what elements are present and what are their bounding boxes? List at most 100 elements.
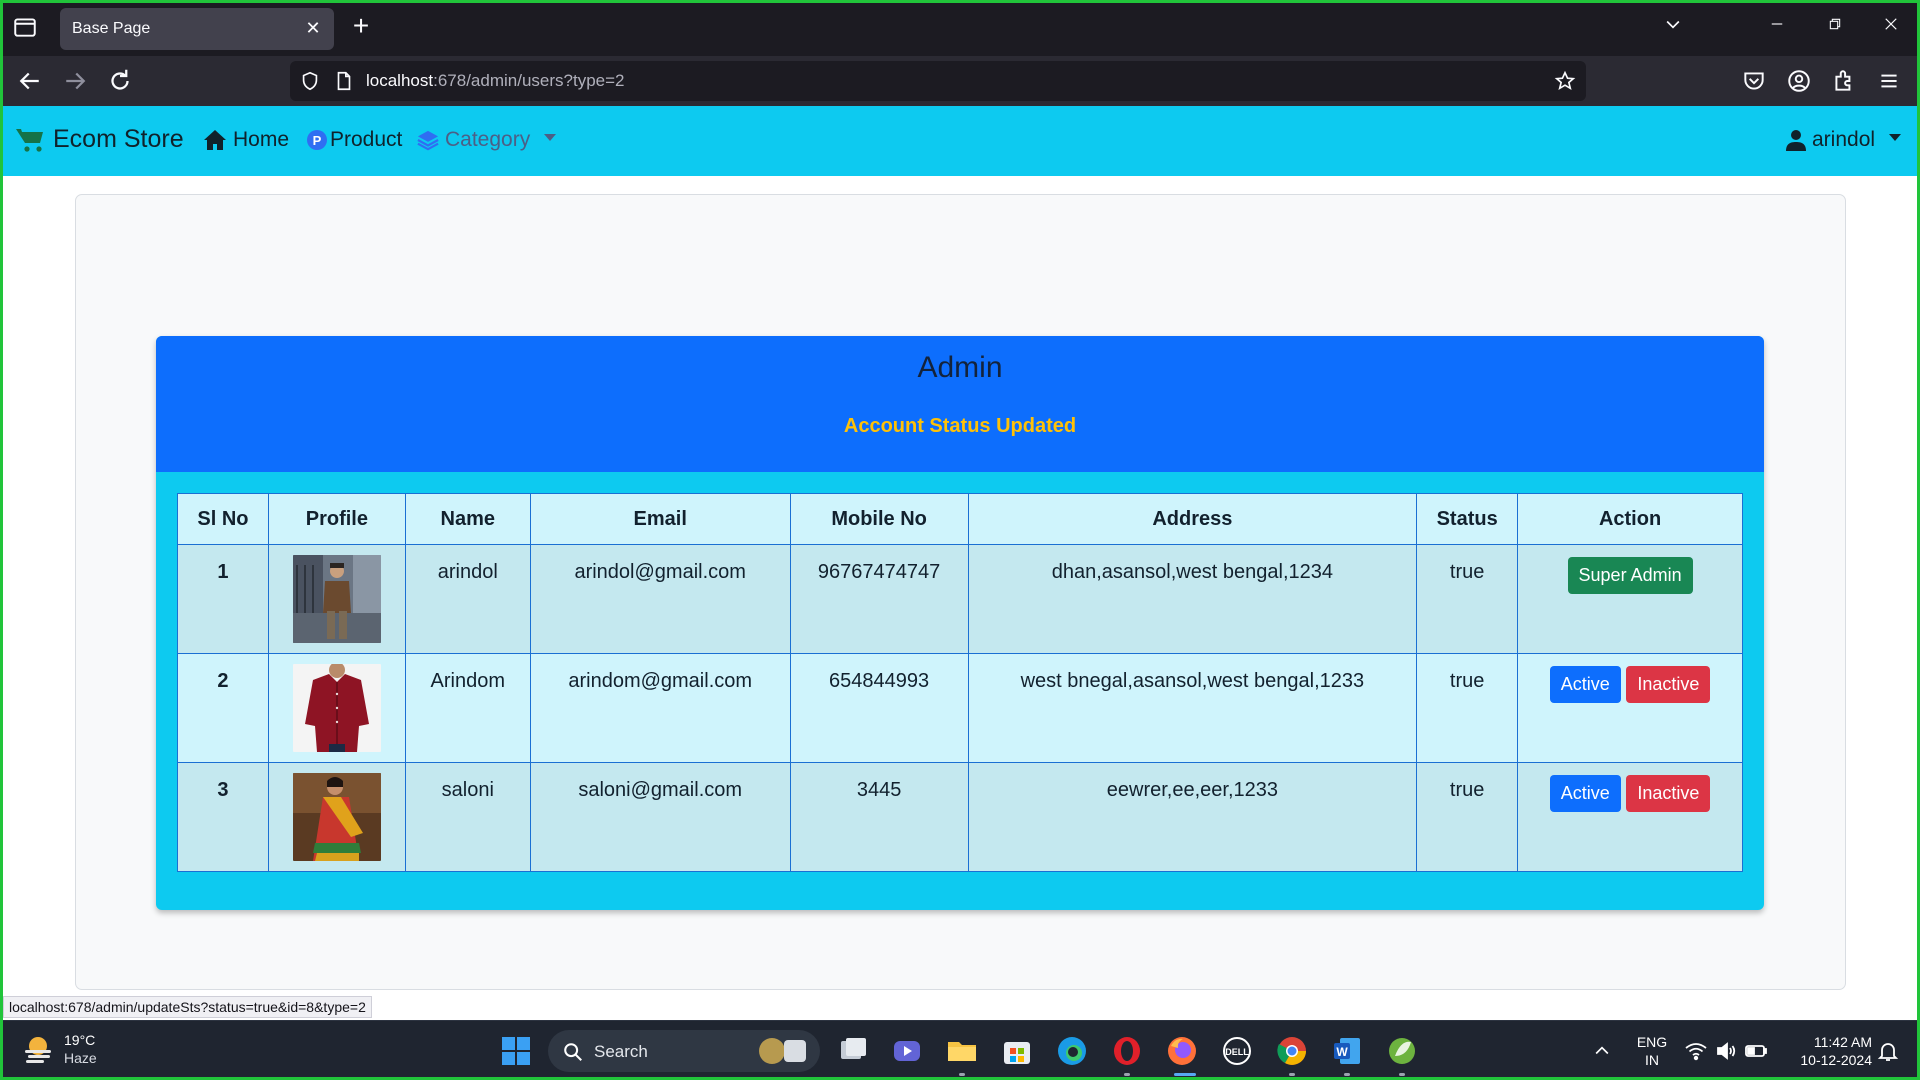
address-bar[interactable]: localhost:678/admin/users?type=2 xyxy=(290,61,1586,101)
page-info-icon[interactable] xyxy=(333,70,355,92)
svg-text:DELL: DELL xyxy=(1225,1047,1249,1057)
pocket-icon[interactable] xyxy=(1741,66,1771,96)
cell-email: arindol@gmail.com xyxy=(529,544,791,654)
svg-text:P: P xyxy=(313,133,322,148)
firefox-icon[interactable] xyxy=(1165,1034,1199,1068)
language-indicator[interactable]: ENG IN xyxy=(1630,1033,1674,1069)
taskbar-search[interactable]: Search xyxy=(548,1030,820,1072)
nav-category-dropdown[interactable]: Category xyxy=(417,128,557,152)
account-icon[interactable] xyxy=(1786,66,1816,96)
taskbar-search-label: Search xyxy=(594,1042,648,1061)
nav-home[interactable]: Home xyxy=(203,128,289,152)
cell-address: eewrer,ee,eer,1233 xyxy=(967,762,1418,872)
page-title: Admin xyxy=(917,351,1003,384)
reload-icon[interactable] xyxy=(105,66,135,96)
browser-tab[interactable]: Base Page ✕ xyxy=(60,8,334,50)
nav-category-label: Category xyxy=(445,128,531,151)
clock-time: 11:42 AM xyxy=(1813,1034,1872,1050)
bookmark-star-icon[interactable] xyxy=(1554,70,1576,92)
active-button[interactable]: Active xyxy=(1549,666,1621,703)
nav-home-label: Home xyxy=(233,128,290,151)
chevron-up-icon[interactable] xyxy=(1592,1041,1612,1061)
brand-label: Ecom Store xyxy=(53,125,184,153)
windows-start-icon[interactable] xyxy=(499,1034,533,1068)
running-indicator xyxy=(1289,1073,1295,1076)
haze-sun-icon xyxy=(25,1037,51,1063)
chrome-icon[interactable] xyxy=(1275,1034,1309,1068)
active-button[interactable]: Active xyxy=(1549,775,1621,812)
new-tab-icon[interactable]: + xyxy=(348,12,374,40)
running-indicator xyxy=(959,1073,965,1076)
cell-address: dhan,asansol,west bengal,1234 xyxy=(967,544,1418,654)
dell-icon[interactable]: DELL xyxy=(1220,1034,1254,1068)
nav-product[interactable]: P Product xyxy=(306,128,402,152)
browser-tab-bar: Base Page ✕ + xyxy=(0,0,1920,56)
column-header-name: Name xyxy=(404,493,531,545)
weather-temperature: 19°C xyxy=(64,1032,96,1048)
status-message: Account Status Updated xyxy=(843,415,1077,437)
word-icon[interactable]: W xyxy=(1330,1034,1364,1068)
profile-image-red-shirt xyxy=(292,664,381,752)
extensions-icon[interactable] xyxy=(1831,66,1861,96)
minimize-icon[interactable] xyxy=(1762,14,1792,42)
chevron-down-icon xyxy=(544,133,557,141)
wifi-icon[interactable] xyxy=(1684,1039,1708,1063)
inactive-button[interactable]: Inactive xyxy=(1626,666,1711,703)
cell-name: arindol xyxy=(404,544,531,654)
column-header-mobile: Mobile No xyxy=(789,493,969,545)
cell-name: Arindom xyxy=(404,653,531,763)
cell-sl-no: 3 xyxy=(177,762,269,872)
spring-tools-icon[interactable] xyxy=(1385,1034,1419,1068)
back-arrow-icon[interactable] xyxy=(15,66,45,96)
super-admin-button[interactable]: Super Admin xyxy=(1567,557,1693,594)
cell-status: true xyxy=(1416,653,1519,763)
table-row: 1 arindol arindol@gmail.com 96767474747 … xyxy=(177,544,1743,654)
column-header-profile: Profile xyxy=(267,493,406,545)
weather-widget[interactable]: 19°C Haze xyxy=(22,1031,97,1067)
forward-arrow-icon[interactable] xyxy=(60,66,90,96)
tab-list-icon[interactable] xyxy=(12,14,38,40)
notification-bell-icon[interactable] xyxy=(1876,1039,1900,1063)
volume-icon[interactable] xyxy=(1714,1039,1738,1063)
tab-title: Base Page xyxy=(72,20,151,37)
edge-icon[interactable] xyxy=(1055,1034,1089,1068)
weather-description: Haze xyxy=(64,1050,97,1066)
user-dropdown[interactable]: arindol xyxy=(1786,128,1902,152)
column-header-email: Email xyxy=(529,493,791,545)
column-header-status: Status xyxy=(1416,493,1519,545)
home-icon xyxy=(204,130,226,150)
nav-product-label: Product xyxy=(330,128,403,151)
meet-icon[interactable] xyxy=(890,1034,924,1068)
link-status-bar: localhost:678/admin/updateSts?status=tru… xyxy=(3,996,372,1018)
battery-icon[interactable] xyxy=(1744,1039,1768,1063)
inactive-button[interactable]: Inactive xyxy=(1626,775,1711,812)
cell-mobile: 96767474747 xyxy=(789,544,969,654)
microsoft-store-icon[interactable] xyxy=(1000,1034,1034,1068)
menu-icon[interactable] xyxy=(1876,66,1906,96)
brand-link[interactable]: Ecom Store xyxy=(15,125,184,154)
file-explorer-icon[interactable] xyxy=(945,1034,979,1068)
cell-address: west bnegal,asansol,west bengal,1233 xyxy=(967,653,1418,763)
taskbar: 19°C Haze Search DELL W ENG IN 11:42 AM … xyxy=(0,1020,1920,1080)
table-header-row: Sl No Profile Name Email Mobile No Addre… xyxy=(177,493,1743,545)
language-code: ENG xyxy=(1636,1034,1668,1050)
task-view-icon[interactable] xyxy=(836,1034,870,1068)
close-window-icon[interactable] xyxy=(1876,14,1906,42)
user-icon xyxy=(1786,130,1806,151)
shield-icon[interactable] xyxy=(299,70,321,92)
running-indicator xyxy=(1124,1073,1130,1076)
column-header-address: Address xyxy=(967,493,1418,545)
list-all-tabs-icon[interactable] xyxy=(1658,14,1688,42)
cell-name: saloni xyxy=(404,762,531,872)
cell-profile xyxy=(267,762,406,872)
restore-icon[interactable] xyxy=(1820,14,1850,42)
url-text[interactable]: localhost:678/admin/users?type=2 xyxy=(366,71,624,91)
profile-image-saree xyxy=(292,773,381,861)
search-highlight-icon xyxy=(759,1038,806,1064)
clock[interactable]: 11:42 AM 10-12-2024 xyxy=(1782,1033,1872,1069)
search-icon xyxy=(564,1043,582,1061)
opera-icon[interactable] xyxy=(1110,1034,1144,1068)
close-tab-icon[interactable]: ✕ xyxy=(302,17,324,39)
product-icon: P xyxy=(307,130,327,150)
svg-text:W: W xyxy=(1336,1045,1348,1059)
